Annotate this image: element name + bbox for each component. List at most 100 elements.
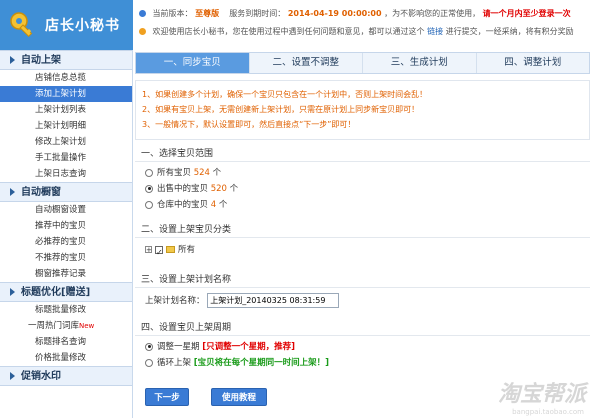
cycle-option-one-week[interactable]: 调整一星期 [只调整一个星期，推荐] [135, 339, 590, 355]
expand-arrow-icon [10, 56, 15, 64]
option-label: 仓库中的宝贝 [157, 200, 209, 210]
expand-arrow-icon [10, 372, 15, 380]
option-hint: [宝贝将在每个星期同一时间上架！] [193, 358, 329, 368]
sidebar-item-edit-plan[interactable]: 修改上架计划 [0, 134, 132, 150]
sidebar-item-manual-batch[interactable]: 手工批量操作 [0, 150, 132, 166]
option-label: 调整一星期 [157, 342, 200, 352]
plan-name-row: 上架计划名称： [135, 291, 590, 311]
tips-box: 1、如果创建多个计划，确保一个宝贝只包含在一个计划中，否则上架时间会乱！ 2、如… [135, 80, 590, 140]
section-title: 自动橱窗 [21, 187, 61, 198]
sidebar-item-must-recommend[interactable]: 必推荐的宝贝 [0, 234, 132, 250]
welcome-tail: 进行提交，一经采纳，将有积分奖励 [445, 27, 574, 36]
plan-name-section: 三、设置上架计划名称 上架计划名称： [135, 272, 590, 311]
sidebar-item-title-batch[interactable]: 标题批量修改 [0, 302, 132, 318]
option-suffix: 个 [212, 168, 222, 178]
category-section: 二、设置上架宝贝分类 + 所有 [135, 222, 590, 262]
version-value: 至尊版 [195, 9, 220, 18]
option-count: 520 [210, 184, 227, 194]
cycle-section: 四、设置宝贝上架周期 调整一星期 [只调整一个星期，推荐] 循环上架 [宝贝将在… [135, 320, 590, 371]
option-count: 524 [193, 168, 210, 178]
smile-icon [139, 28, 146, 35]
feedback-link[interactable]: 链接 [427, 27, 443, 36]
sidebar: 自动上架 店铺信息总揽 添加上架计划 上架计划列表 上架计划明细 修改上架计划 … [0, 50, 133, 418]
sidebar-item-label: 一周热门词库 [28, 321, 80, 331]
category-title: 二、设置上架宝贝分类 [135, 222, 590, 238]
sidebar-item-window-log[interactable]: 橱窗推荐记录 [0, 266, 132, 282]
sidebar-item-recommending[interactable]: 推荐中的宝贝 [0, 218, 132, 234]
cycle-title: 四、设置宝贝上架周期 [135, 320, 590, 336]
tab-sync-items[interactable]: 一、同步宝贝 [136, 53, 250, 73]
range-section: 一、选择宝贝范围 所有宝贝 524 个 出售中的宝贝 520 个 仓库中的宝贝 … [135, 146, 590, 213]
key-icon [10, 12, 33, 38]
sidebar-section-watermark[interactable]: 促销水印 [0, 366, 132, 386]
cycle-option-loop[interactable]: 循环上架 [宝贝将在每个星期同一时间上架！] [135, 355, 590, 371]
range-option-all[interactable]: 所有宝贝 524 个 [135, 165, 590, 181]
category-tree-root[interactable]: + 所有 [135, 241, 590, 262]
option-label: 出售中的宝贝 [157, 184, 209, 194]
tab-generate-plan[interactable]: 三、生成计划 [363, 53, 477, 73]
section-title: 自动上架 [21, 55, 61, 66]
option-label: 所有宝贝 [157, 168, 192, 178]
sidebar-section-title-opt[interactable]: 标题优化[赠送] [0, 282, 132, 302]
sidebar-section-auto-list[interactable]: 自动上架 [0, 50, 132, 70]
option-label: 循环上架 [157, 358, 192, 368]
radio-button[interactable] [145, 358, 153, 367]
range-title: 一、选择宝贝范围 [135, 146, 590, 162]
sidebar-item-plan-detail[interactable]: 上架计划明细 [0, 118, 132, 134]
step-tabs: 一、同步宝贝 二、设置不调整 三、生成计划 四、调整计划 [135, 52, 590, 74]
radio-button[interactable] [145, 342, 153, 351]
top-notice-bar: 当前版本： 至尊版 服务到期时间： 2014-04-19 00:00:00 ，为… [133, 0, 590, 50]
sidebar-item-shop-overview[interactable]: 店铺信息总揽 [0, 70, 132, 86]
plan-name-title: 三、设置上架计划名称 [135, 272, 590, 288]
sidebar-item-add-plan[interactable]: 添加上架计划 [0, 86, 132, 102]
option-count: 4 [210, 200, 217, 210]
tree-label: 所有 [178, 245, 196, 255]
tab-adjust-plan[interactable]: 四、调整计划 [477, 53, 590, 73]
range-option-warehouse[interactable]: 仓库中的宝贝 4 个 [135, 197, 590, 213]
sidebar-item-list-log[interactable]: 上架日志查询 [0, 166, 132, 182]
radio-button[interactable] [145, 200, 153, 209]
welcome-row: 欢迎使用店长小秘书，您在使用过程中遇到任何问题和意见，都可以通过这个 链接 进行… [139, 24, 590, 40]
option-hint: [只调整一个星期，推荐] [202, 342, 295, 352]
expand-plus-icon[interactable]: + [145, 246, 152, 254]
watermark-url: bangpai.taobao.com [512, 408, 584, 416]
app-logo[interactable]: 店长小秘书 [0, 0, 133, 50]
main-panel: 一、同步宝贝 二、设置不调整 三、生成计划 四、调整计划 1、如果创建多个计划，… [133, 50, 590, 418]
tip-line: 1、如果创建多个计划，确保一个宝贝只包含在一个计划中，否则上架时间会乱！ [142, 90, 428, 99]
welcome-text: 欢迎使用店长小秘书，您在使用过程中遇到任何问题和意见，都可以通过这个 [152, 27, 425, 36]
expire-note: ，为不影响您的正常使用， [384, 9, 481, 18]
expire-value: 2014-04-19 00:00:00 [287, 9, 382, 18]
option-suffix: 个 [218, 200, 228, 210]
option-suffix: 个 [229, 184, 239, 194]
section-title: 促销水印 [21, 371, 61, 382]
category-checkbox[interactable] [155, 244, 163, 262]
plan-name-input[interactable] [207, 293, 340, 308]
section-title: 标题优化[赠送] [21, 287, 91, 298]
range-option-onsale[interactable]: 出售中的宝贝 520 个 [135, 181, 590, 197]
watermark-text: 淘宝帮派 [497, 382, 586, 407]
radio-button[interactable] [145, 184, 153, 193]
folder-icon [166, 246, 175, 253]
expand-arrow-icon [10, 288, 15, 296]
expand-arrow-icon [10, 188, 15, 196]
sidebar-item-price-batch[interactable]: 价格批量修改 [0, 350, 132, 366]
sidebar-section-auto-window[interactable]: 自动橱窗 [0, 182, 132, 202]
sidebar-item-no-recommend[interactable]: 不推荐的宝贝 [0, 250, 132, 266]
sidebar-item-window-settings[interactable]: 自动橱窗设置 [0, 202, 132, 218]
plan-name-label: 上架计划名称： [145, 296, 205, 306]
version-label: 当前版本： [152, 9, 193, 18]
tutorial-button[interactable]: 使用教程 [211, 388, 267, 406]
tab-no-adjust[interactable]: 二、设置不调整 [250, 53, 363, 73]
tip-line: 2、如果有宝贝上架，无需创建新上架计划，只需在原计划上同步新宝贝即可！ [142, 105, 420, 114]
radio-button[interactable] [145, 168, 153, 177]
tip-line: 3、一般情况下，默认设置即可，然后直接点“下一步”即可！ [142, 120, 356, 129]
new-badge: New [79, 322, 95, 330]
sidebar-item-plan-list[interactable]: 上架计划列表 [0, 102, 132, 118]
sidebar-item-rank-query[interactable]: 标题排名查询 [0, 334, 132, 350]
next-step-button[interactable]: 下一步 [145, 388, 189, 406]
login-warning: 请一个月内至少登录一次 [482, 9, 571, 18]
version-row: 当前版本： 至尊版 服务到期时间： 2014-04-19 00:00:00 ，为… [139, 6, 590, 22]
info-icon [139, 10, 146, 17]
sidebar-item-hot-words[interactable]: 一周热门词库New [0, 318, 132, 334]
logo-text: 店长小秘书 [45, 18, 120, 34]
